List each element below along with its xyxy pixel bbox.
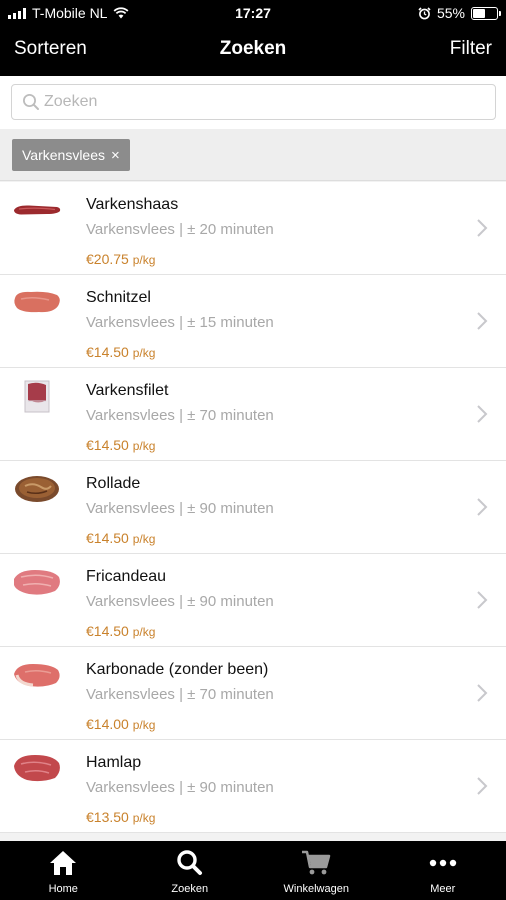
tab-label: Zoeken — [171, 883, 209, 895]
product-price: €14.50 p/kg — [86, 344, 155, 360]
product-name: Varkensfilet — [86, 382, 169, 399]
product-meta: Varkensvlees | ± 90 minuten — [86, 593, 274, 610]
tab-label: Meer — [430, 883, 456, 895]
chevron-right-icon — [477, 498, 488, 516]
navigation-bar: Sorteren Zoeken Filter — [0, 26, 506, 76]
product-meta: Varkensvlees | ± 70 minuten — [86, 407, 274, 424]
status-bar: T-Mobile NL 17:27 55% — [0, 0, 506, 26]
chevron-right-icon — [477, 591, 488, 609]
price-value: €14.50 — [86, 623, 129, 639]
price-unit: p/kg — [132, 346, 156, 360]
status-right: 55% — [418, 5, 501, 21]
price-unit: p/kg — [132, 718, 156, 732]
product-meta: Varkensvlees | ± 70 minuten — [86, 686, 274, 703]
product-thumbnail — [11, 472, 63, 506]
chevron-right-icon — [477, 684, 488, 702]
product-price: €13.50 p/kg — [86, 809, 155, 825]
list-item[interactable]: Karbonade (zonder been) Varkensvlees | ±… — [0, 647, 506, 740]
battery-fill — [473, 8, 485, 18]
battery-percentage: 55% — [436, 5, 465, 21]
product-thumbnail — [11, 658, 63, 692]
list-item[interactable]: Hamlap Varkensvlees | ± 90 minuten €13.5… — [0, 740, 506, 833]
product-name: Hamlap — [86, 754, 142, 771]
list-item[interactable]: Rollade Varkensvlees | ± 90 minuten €14.… — [0, 461, 506, 554]
chevron-right-icon — [477, 777, 488, 795]
price-value: €14.50 — [86, 344, 129, 360]
tab-label: Home — [48, 883, 78, 895]
search-input[interactable] — [44, 93, 484, 111]
product-meta: Varkensvlees | ± 20 minuten — [86, 221, 274, 238]
product-price: €20.75 p/kg — [86, 251, 155, 267]
price-unit: p/kg — [132, 253, 156, 267]
product-name: Varkenshaas — [86, 196, 179, 213]
list-item[interactable]: Varkensfilet Varkensvlees | ± 70 minuten… — [0, 368, 506, 461]
product-thumbnail — [11, 751, 63, 785]
product-meta: Varkensvlees | ± 90 minuten — [86, 500, 274, 517]
tab-meer[interactable]: Meer — [380, 841, 506, 900]
filter-chip-varkensvlees[interactable]: Varkensvlees × — [12, 139, 130, 171]
price-value: €14.00 — [86, 716, 129, 732]
product-name: Rollade — [86, 475, 141, 492]
list-item[interactable]: Schnitzel Varkensvlees | ± 15 minuten €1… — [0, 275, 506, 368]
price-value: €20.75 — [86, 251, 129, 267]
price-unit: p/kg — [132, 811, 156, 825]
product-price: €14.50 p/kg — [86, 530, 155, 546]
alarm-icon — [418, 6, 431, 19]
battery-icon — [471, 6, 501, 20]
product-name: Schnitzel — [86, 289, 151, 306]
list-item[interactable]: Fricandeau Varkensvlees | ± 90 minuten €… — [0, 554, 506, 647]
tab-winkelwagen[interactable]: Winkelwagen — [253, 841, 380, 900]
search-icon — [23, 94, 39, 110]
chevron-right-icon — [477, 219, 488, 237]
product-list: Varkenshaas Varkensvlees | ± 20 minuten … — [0, 182, 506, 833]
search-box[interactable] — [11, 84, 496, 120]
more-icon — [429, 859, 456, 867]
tab-zoeken[interactable]: Zoeken — [127, 841, 254, 900]
sort-button[interactable]: Sorteren — [14, 38, 87, 60]
search-icon — [177, 850, 202, 875]
filter-chip-label: Varkensvlees — [22, 147, 106, 163]
product-price: €14.50 p/kg — [86, 623, 155, 639]
product-thumbnail — [11, 565, 63, 599]
product-meta: Varkensvlees | ± 15 minuten — [86, 314, 274, 331]
product-name: Karbonade (zonder been) — [86, 661, 269, 678]
price-unit: p/kg — [132, 439, 156, 453]
tab-label: Winkelwagen — [283, 883, 349, 895]
product-price: €14.00 p/kg — [86, 716, 155, 732]
chevron-right-icon — [477, 405, 488, 423]
product-thumbnail — [11, 286, 63, 320]
active-filters-bar: Varkensvlees × — [0, 129, 506, 181]
close-icon[interactable]: × — [111, 147, 120, 164]
price-value: €13.50 — [86, 809, 129, 825]
tab-bar: Home Zoeken Winkelwagen Meer — [0, 841, 506, 900]
search-section — [0, 76, 506, 129]
product-name: Fricandeau — [86, 568, 167, 585]
price-value: €14.50 — [86, 437, 129, 453]
home-icon — [50, 851, 77, 875]
filter-button[interactable]: Filter — [450, 38, 492, 60]
product-thumbnail — [11, 193, 63, 227]
price-unit: p/kg — [132, 532, 156, 546]
product-price: €14.50 p/kg — [86, 437, 155, 453]
product-thumbnail — [11, 379, 63, 413]
cart-icon — [302, 850, 331, 875]
chevron-right-icon — [477, 312, 488, 330]
list-item[interactable]: Varkenshaas Varkensvlees | ± 20 minuten … — [0, 182, 506, 275]
tab-home[interactable]: Home — [0, 841, 127, 900]
price-value: €14.50 — [86, 530, 129, 546]
product-meta: Varkensvlees | ± 90 minuten — [86, 779, 274, 796]
price-unit: p/kg — [132, 625, 156, 639]
